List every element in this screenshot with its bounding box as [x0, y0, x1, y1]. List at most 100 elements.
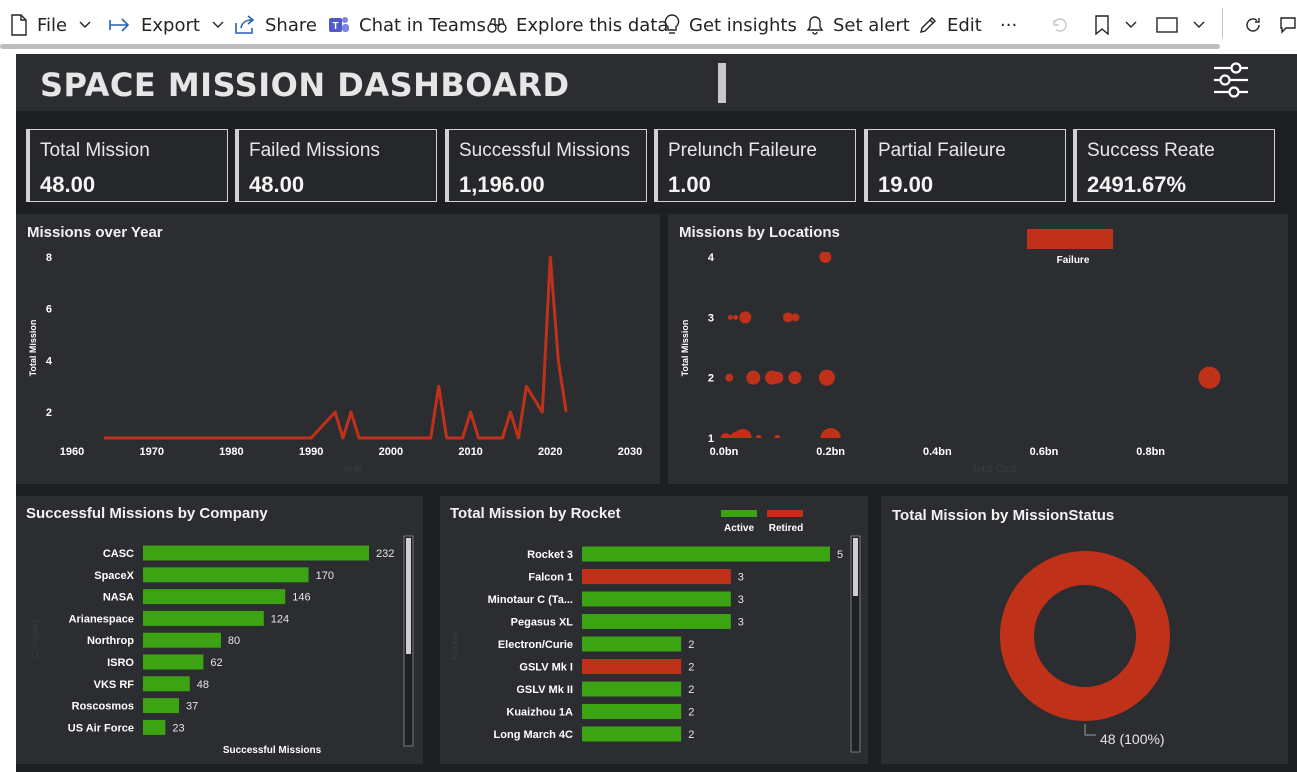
company-bar: [143, 567, 309, 583]
successful-missions-by-company-chart[interactable]: CASC 232 SpaceX 170 NASA 146 Arianespace 124 Nor…: [16, 530, 423, 762]
y-tick-label: 4: [708, 252, 715, 264]
kpi-label: Failed Missions: [249, 140, 380, 161]
refresh-button[interactable]: [1244, 10, 1271, 40]
bookmark-menu[interactable]: [1094, 10, 1146, 40]
category-label: VKS RF: [94, 679, 135, 691]
kpi-value: 19.00: [878, 172, 934, 197]
pencil-icon: [920, 17, 936, 33]
x-tick-label: 0.8bn: [1136, 446, 1165, 458]
kpi-card-prelaunch-failure: Prelunch Faileure 1.00: [654, 129, 856, 202]
scatter-point[interactable]: [733, 429, 752, 447]
edit-button[interactable]: Edit: [918, 10, 982, 40]
scatter-point[interactable]: [819, 251, 832, 263]
more-label: ···: [1000, 14, 1018, 36]
kpi-label: Successful Missions: [459, 140, 631, 161]
toolbar-scrollbar[interactable]: [0, 44, 1220, 49]
view-menu[interactable]: [1156, 10, 1214, 40]
scatter-point[interactable]: [771, 371, 784, 384]
missions-by-locations-chart[interactable]: 0.0bn 0.2bn 0.4bn 0.6bn 0.8bn 1 2 3 4 Total Missi…: [668, 222, 1288, 484]
kpi-value: 1,196.00: [459, 172, 545, 197]
scatter-point[interactable]: [788, 371, 802, 385]
rocket-bar: [582, 614, 731, 629]
scatter-point[interactable]: [818, 369, 835, 386]
scatter-point[interactable]: [739, 311, 752, 324]
total-mission-by-rocket-chart[interactable]: Rocket 3 5 Falcon 1 3 Minotaur C (Ta... 3 Pega…: [440, 500, 868, 762]
data-label: 2: [688, 729, 694, 741]
total-mission-by-status-chart[interactable]: 48 (100%): [881, 530, 1288, 764]
company-bar: [143, 719, 166, 735]
chevron-down-icon: [1125, 21, 1137, 28]
chat-in-teams-button[interactable]: T Chat in Teams: [328, 10, 486, 40]
export-menu[interactable]: Export: [108, 10, 233, 40]
window-icon: [1156, 17, 1178, 33]
alert-label: Set alert: [833, 14, 910, 36]
comment-icon: [1280, 17, 1296, 34]
data-label: 48: [197, 679, 209, 691]
x-axis-title: Total Cost: [972, 464, 1017, 475]
refresh-icon: [1246, 18, 1260, 32]
company-bar: [143, 676, 190, 692]
kpi-value: 48.00: [40, 172, 96, 197]
explore-data-button[interactable]: Explore this data: [487, 10, 668, 40]
leader-line: [1084, 724, 1096, 736]
scatter-point[interactable]: [774, 435, 781, 441]
scatter-point[interactable]: [791, 313, 800, 322]
data-label: 124: [271, 613, 289, 625]
get-insights-button[interactable]: Get insights: [664, 10, 797, 40]
scatter-point[interactable]: [733, 314, 739, 320]
lightbulb-icon: [664, 14, 680, 34]
chat-label: Chat in Teams: [359, 14, 486, 36]
scatter-point[interactable]: [820, 428, 841, 448]
category-label: NASA: [103, 592, 134, 604]
missions-series-line: [103, 255, 568, 440]
missions-over-year-chart[interactable]: 1960 1970 1980 1990 2000 2010 2020 2030 2 4 6 8 Tota…: [16, 240, 660, 484]
scrollbar-thumb: [406, 538, 411, 654]
scatter-point[interactable]: [720, 433, 731, 443]
title-text-cursor: [718, 63, 726, 103]
file-menu[interactable]: File: [10, 10, 100, 40]
chevron-down-icon: [79, 21, 91, 28]
y-tick-label: 2: [708, 373, 714, 385]
data-label: 2: [688, 662, 694, 674]
explore-label: Explore this data: [516, 14, 669, 36]
rocket-bar: [582, 704, 682, 719]
rocket-bar: [582, 591, 731, 607]
scatter-point[interactable]: [746, 370, 761, 385]
svg-text:T: T: [332, 21, 338, 32]
comments-button[interactable]: [1280, 10, 1297, 40]
teams-icon: T: [329, 17, 349, 32]
scatter-point[interactable]: [1198, 366, 1221, 389]
set-alert-button[interactable]: Set alert: [806, 10, 910, 40]
kpi-value: 48.00: [249, 172, 305, 197]
company-bar: [143, 589, 286, 605]
kpi-value: 1.00: [668, 172, 711, 197]
insights-label: Get insights: [689, 14, 797, 36]
company-chart-title: Successful Missions by Company: [26, 505, 268, 522]
data-label: 37: [186, 701, 198, 713]
x-tick-label: 1970: [139, 446, 163, 458]
category-label: US Air Force: [68, 722, 134, 734]
data-label: 2: [688, 684, 694, 696]
category-label: Kuaizhou 1A: [506, 707, 573, 719]
share-button[interactable]: Share: [234, 10, 317, 40]
x-tick-label: 0.6bn: [1030, 446, 1059, 458]
data-label: 146: [292, 592, 310, 604]
scatter-point[interactable]: [727, 314, 733, 320]
scatter-point[interactable]: [755, 435, 762, 441]
mission-status-chart-title: Total Mission by MissionStatus: [892, 507, 1115, 524]
kpi-card-successful-missions: Successful Missions 1,196.00: [445, 129, 647, 202]
data-label: 3: [738, 617, 744, 629]
category-label: Rocket 3: [527, 549, 573, 561]
company-bar: [143, 698, 180, 714]
undo-button[interactable]: [1050, 10, 1077, 40]
rocket-bar: [582, 636, 682, 652]
company-bar: [143, 632, 221, 648]
share-label: Share: [265, 14, 317, 36]
category-label: ISRO: [107, 657, 134, 669]
rocket-bar: [582, 681, 682, 697]
scatter-point[interactable]: [725, 373, 734, 382]
filter-sliders-icon[interactable]: [1212, 62, 1250, 98]
category-label: GSLV Mk II: [516, 684, 573, 696]
more-options-button[interactable]: ···: [1000, 10, 1017, 40]
data-label: 80: [228, 635, 240, 647]
